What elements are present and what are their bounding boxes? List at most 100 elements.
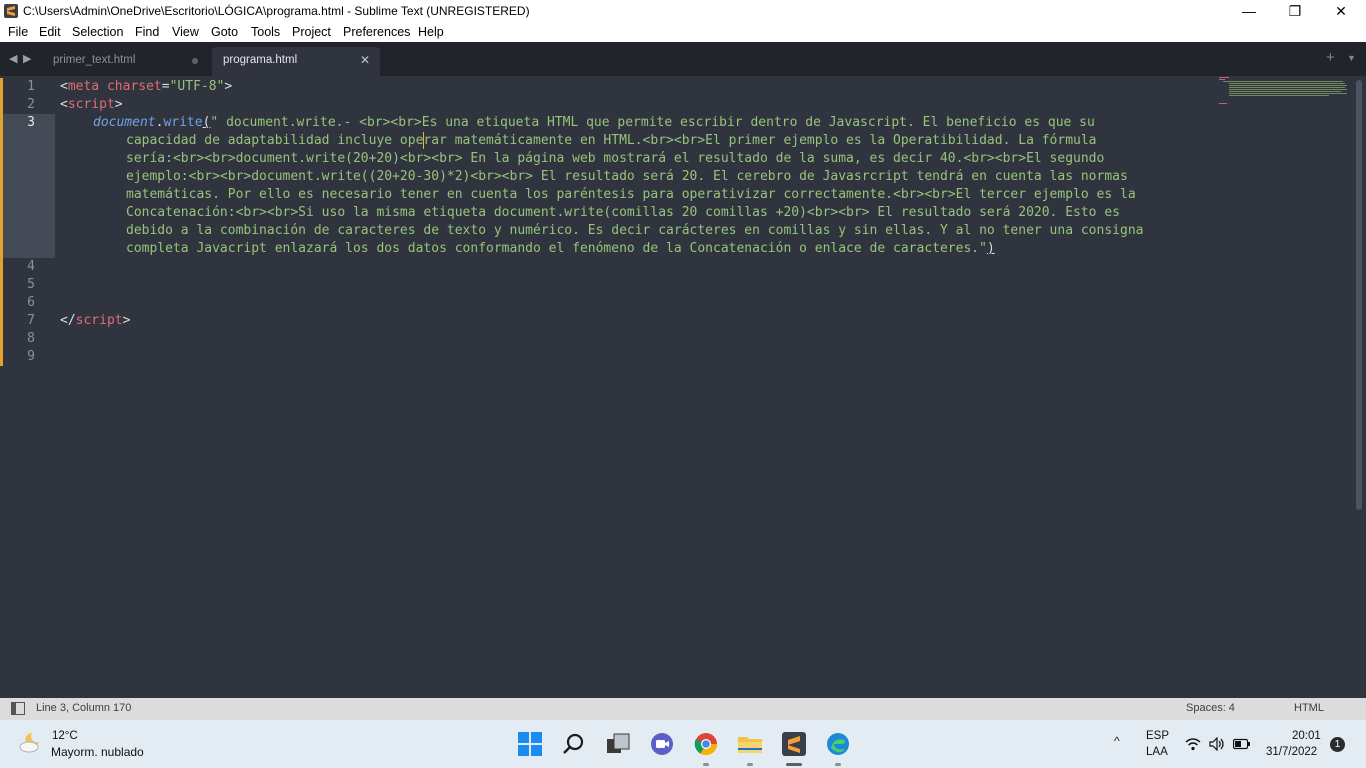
clock-date[interactable]: 31/7/2022 (1266, 746, 1317, 758)
code-token: = (161, 79, 170, 94)
cursor-position: Line 3, Column 170 (36, 702, 132, 714)
panel-toggle-icon[interactable] (11, 702, 25, 715)
window-title: C:\Users\Admin\OneDrive\Escritorio\LÓGIC… (23, 4, 530, 18)
code-token: charset (99, 79, 162, 94)
wifi-icon[interactable] (1185, 737, 1201, 751)
code-token: document (93, 115, 156, 130)
taskbar: 12°C Mayorm. nublado ^ ESP LAA 20:01 31/… (0, 720, 1366, 768)
line-number: 4 (27, 259, 35, 274)
chrome-icon[interactable] (693, 731, 719, 757)
running-indicator (747, 763, 753, 766)
keyboard-layout[interactable]: LAA (1146, 746, 1168, 758)
tab-list-icon[interactable]: ▼ (1347, 53, 1356, 63)
text-cursor (423, 132, 424, 149)
file-explorer-icon[interactable] (737, 731, 763, 757)
line-number: 7 (27, 313, 35, 328)
menu-preferences[interactable]: Preferences (343, 25, 410, 39)
code-token: < (60, 97, 68, 112)
menu-tools[interactable]: Tools (251, 25, 280, 39)
code-line-7: </script> (60, 312, 130, 330)
sublime-text-icon (4, 4, 18, 18)
active-app-indicator (786, 763, 802, 766)
code-token: meta (67, 79, 100, 94)
code-wrap-line: Concatenación:<br><br>Si uso la misma et… (126, 205, 1120, 220)
line-number: 1 (27, 79, 35, 94)
tab-label: programa.html (223, 54, 298, 66)
code-line-3: document.write(" document.write.- <br><b… (93, 114, 1095, 132)
code-token: > (224, 79, 233, 94)
menu-file[interactable]: File (8, 25, 28, 39)
windows-start-icon[interactable] (517, 731, 543, 757)
unsaved-dot-icon[interactable] (192, 58, 198, 64)
tab-label: primer_text.html (53, 54, 136, 66)
close-button[interactable]: ✕ (1318, 0, 1364, 22)
clock-time[interactable]: 20:01 (1292, 730, 1321, 742)
code-wrap-line: debido a la combinación de caracteres de… (126, 223, 1144, 238)
tab-next-icon[interactable]: ▶ (23, 52, 31, 65)
code-token: > (122, 313, 131, 328)
line-number: 9 (27, 349, 35, 364)
menu-find[interactable]: Find (135, 25, 159, 39)
task-view-icon[interactable] (605, 731, 631, 757)
vertical-scrollbar[interactable] (1354, 76, 1364, 696)
input-language[interactable]: ESP (1146, 730, 1169, 742)
code-wrap-line: ejemplo:<br><br>document.write((20+20-30… (126, 169, 1128, 184)
indentation-setting[interactable]: Spaces: 4 (1186, 702, 1235, 714)
code-token: write (163, 115, 203, 130)
code-wrap-line: completa Javacript enlazará los dos dato… (126, 240, 995, 258)
close-tab-icon[interactable]: ✕ (360, 53, 370, 67)
code-token: </ (60, 313, 76, 328)
weather-temperature: 12°C (52, 730, 78, 742)
editor[interactable]: 1 2 3 4 5 6 7 8 9 <meta charset="UTF-8">… (0, 76, 1366, 698)
title-bar: C:\Users\Admin\OneDrive\Escritorio\LÓGIC… (0, 0, 1366, 22)
menu-bar: File Edit Selection Find View Goto Tools… (0, 22, 1366, 42)
chat-icon[interactable] (649, 731, 675, 757)
line-number: 8 (27, 331, 35, 346)
syntax-setting[interactable]: HTML (1294, 702, 1324, 714)
code-token: completa Javacript enlazará los dos dato… (126, 241, 987, 256)
minimap[interactable] (1219, 77, 1347, 107)
menu-project[interactable]: Project (292, 25, 331, 39)
code-line-1: <meta charset="UTF-8"> (60, 78, 232, 96)
weather-description: Mayorm. nublado (51, 745, 144, 759)
code-token: ) (986, 241, 995, 256)
scrollbar-thumb[interactable] (1356, 80, 1362, 510)
code-wrap-line: sería:<br><br>document.write(20+20)<br><… (126, 151, 1105, 166)
code-token: > (114, 97, 123, 112)
line-number: 5 (27, 277, 35, 292)
code-token: " document.write.- <br><br>Es una etique… (210, 115, 1095, 130)
sublime-text-taskbar-icon[interactable] (781, 731, 807, 757)
tab-bar: ◀ ▶ primer_text.html programa.html ✕ + ▼ (0, 42, 1366, 76)
show-hidden-icons-icon[interactable]: ^ (1114, 734, 1120, 748)
edge-icon[interactable] (825, 731, 851, 757)
volume-icon[interactable] (1209, 737, 1225, 751)
line-number: 3 (27, 115, 35, 130)
search-icon[interactable] (561, 731, 587, 757)
running-indicator (703, 763, 709, 766)
battery-icon[interactable] (1233, 738, 1251, 750)
menu-view[interactable]: View (172, 25, 199, 39)
code-token: script (67, 97, 115, 112)
maximize-button[interactable]: ❐ (1272, 0, 1318, 22)
code-line-2: <script> (60, 96, 123, 114)
menu-help[interactable]: Help (418, 25, 444, 39)
new-tab-icon[interactable]: + (1326, 49, 1335, 66)
gutter-highlight (3, 114, 55, 258)
menu-edit[interactable]: Edit (39, 25, 61, 39)
line-number: 6 (27, 295, 35, 310)
menu-goto[interactable]: Goto (211, 25, 238, 39)
code-token: "UTF-8" (169, 79, 225, 94)
code-wrap-line: capacidad de adaptabilidad incluye opera… (126, 133, 1097, 148)
tab-prev-icon[interactable]: ◀ (9, 52, 17, 65)
tab-programa[interactable]: programa.html ✕ (212, 47, 380, 76)
code-wrap-line: matemáticas. Por ello es necesario tener… (126, 187, 1136, 202)
minimize-button[interactable]: — (1226, 0, 1272, 22)
running-indicator (835, 763, 841, 766)
code-token: < (60, 79, 68, 94)
partly-cloudy-night-icon[interactable] (18, 729, 44, 755)
tab-primer-text[interactable]: primer_text.html (40, 47, 210, 76)
line-number: 2 (27, 97, 35, 112)
notification-badge[interactable]: 1 (1330, 737, 1345, 752)
menu-selection[interactable]: Selection (72, 25, 123, 39)
code-token: script (75, 313, 123, 328)
